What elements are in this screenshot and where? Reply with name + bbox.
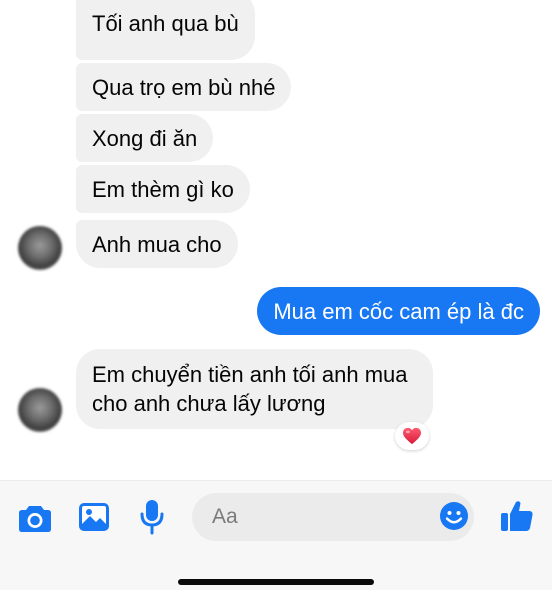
image-icon[interactable] [78,502,110,532]
contact-avatar[interactable] [18,226,62,270]
incoming-message[interactable]: Em chuyển tiền anh tối anh mua cho anh c… [76,349,433,429]
camera-icon[interactable] [18,503,52,533]
heart-reaction[interactable] [395,422,429,450]
chat-thread: Tối anh qua bù Qua trọ em bù nhé Xong đi… [0,0,552,480]
incoming-message[interactable]: Xong đi ăn [76,114,214,162]
home-indicator[interactable] [178,579,374,585]
mic-icon[interactable] [139,499,165,535]
emoji-icon[interactable] [439,501,469,531]
message-input[interactable] [212,493,412,541]
incoming-message[interactable]: Tối anh qua bù [76,0,255,60]
outgoing-message[interactable]: Mua em cốc cam ép là đc [257,287,540,335]
message-input-box[interactable] [192,493,474,541]
heart-icon [403,427,421,445]
incoming-message[interactable]: Em thèm gì ko [76,165,250,213]
incoming-message[interactable]: Qua trọ em bù nhé [76,63,292,111]
contact-avatar[interactable] [18,388,62,432]
incoming-message[interactable]: Anh mua cho [76,220,238,268]
like-icon[interactable] [500,499,534,533]
